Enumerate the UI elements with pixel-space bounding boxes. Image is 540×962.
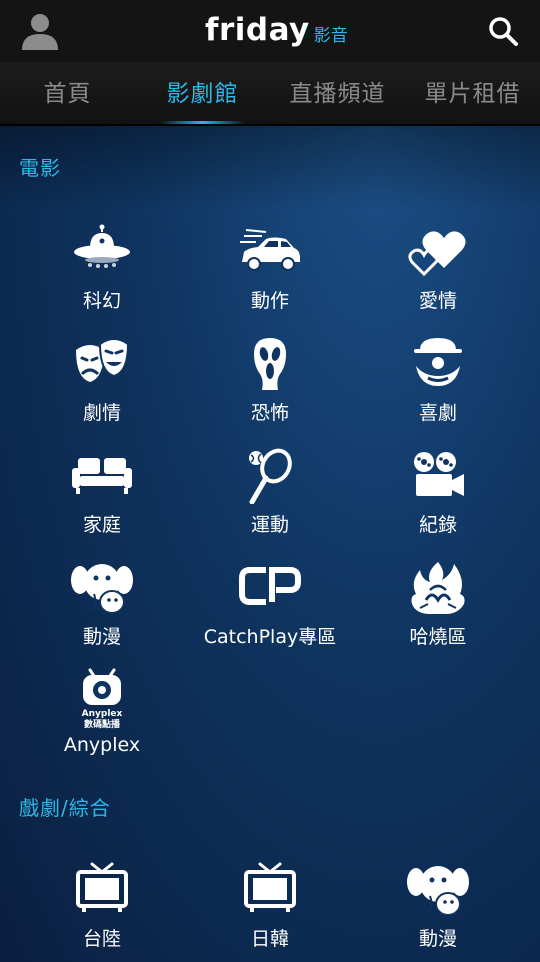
category-japan-korea[interactable]: 日韓 bbox=[180, 862, 360, 951]
category-drama[interactable]: 劇情 bbox=[12, 336, 192, 425]
user-avatar-icon[interactable] bbox=[20, 10, 60, 50]
app-logo: friday 影音 bbox=[205, 10, 348, 50]
top-bar: friday 影音 bbox=[0, 0, 540, 62]
category-anime-series[interactable]: 動漫 bbox=[348, 862, 528, 951]
elephant-icon bbox=[71, 564, 133, 614]
flame-icon bbox=[411, 562, 465, 614]
tab-home[interactable]: 首頁 bbox=[0, 62, 135, 124]
tab-drama-hall[interactable]: 影劇館 bbox=[135, 62, 270, 124]
svg-text:Anyplex: Anyplex bbox=[82, 709, 123, 719]
film-camera-icon bbox=[414, 452, 464, 496]
tv-icon bbox=[76, 862, 128, 912]
category-label: 動作 bbox=[250, 290, 289, 312]
ufo-icon bbox=[74, 224, 130, 268]
category-label: 哈燒區 bbox=[409, 626, 467, 648]
car-icon bbox=[240, 229, 300, 271]
category-scifi[interactable]: 科幻 bbox=[12, 224, 192, 313]
category-label: 運動 bbox=[250, 514, 289, 536]
main-tabs: 首頁 影劇館 直播頻道 單片租借 bbox=[0, 62, 540, 124]
category-label: 喜劇 bbox=[418, 402, 457, 424]
category-label: 日韓 bbox=[250, 928, 289, 950]
search-icon[interactable] bbox=[486, 14, 520, 48]
category-label: 劇情 bbox=[82, 402, 121, 424]
category-comedy[interactable]: 喜劇 bbox=[348, 336, 528, 425]
section-title-movies: 電影 bbox=[19, 156, 61, 180]
category-content: 電影 科幻 動作 愛情 劇情 恐怖 喜劇 家庭 運動 紀錄 動漫 CatchPl… bbox=[0, 124, 540, 962]
logo-text: friday bbox=[205, 12, 310, 48]
tab-live-channels[interactable]: 直播頻道 bbox=[270, 62, 405, 124]
sofa-icon bbox=[72, 458, 132, 494]
category-horror[interactable]: 恐怖 bbox=[180, 336, 360, 425]
category-catchplay[interactable]: CatchPlay專區 bbox=[180, 560, 360, 649]
category-label: 科幻 bbox=[82, 290, 121, 312]
racket-icon bbox=[249, 448, 292, 504]
category-anyplex[interactable]: Anyplex 數碼點播 Anyplex bbox=[12, 668, 192, 756]
category-anime[interactable]: 動漫 bbox=[12, 560, 192, 649]
svg-text:數碼點播: 數碼點播 bbox=[84, 718, 121, 730]
category-family[interactable]: 家庭 bbox=[12, 448, 192, 537]
drama-masks-icon bbox=[76, 338, 130, 382]
catchplay-logo-icon bbox=[239, 567, 301, 605]
category-label: 動漫 bbox=[418, 928, 457, 950]
scream-mask-icon bbox=[254, 338, 286, 390]
category-label: Anyplex bbox=[63, 734, 141, 756]
tab-single-rental[interactable]: 單片租借 bbox=[405, 62, 540, 124]
category-romance[interactable]: 愛情 bbox=[348, 224, 528, 313]
category-label: 台陸 bbox=[82, 928, 121, 950]
category-label: 動漫 bbox=[82, 626, 121, 648]
tv-icon bbox=[244, 862, 296, 912]
category-label: 紀錄 bbox=[418, 514, 457, 536]
category-taiwan-china[interactable]: 台陸 bbox=[12, 862, 192, 951]
hearts-icon bbox=[408, 231, 466, 277]
elephant-icon bbox=[407, 866, 469, 916]
category-documentary[interactable]: 紀錄 bbox=[348, 448, 528, 537]
category-sports[interactable]: 運動 bbox=[180, 448, 360, 537]
category-action[interactable]: 動作 bbox=[180, 224, 360, 313]
category-label: CatchPlay專區 bbox=[203, 626, 337, 648]
category-hot[interactable]: 哈燒區 bbox=[348, 560, 528, 649]
clown-icon bbox=[414, 338, 462, 386]
category-label: 愛情 bbox=[418, 290, 457, 312]
anyplex-logo-icon: Anyplex 數碼點播 bbox=[82, 668, 123, 730]
category-label: 家庭 bbox=[82, 514, 121, 536]
logo-subtitle: 影音 bbox=[313, 25, 348, 46]
category-label: 恐怖 bbox=[250, 402, 289, 424]
section-title-drama-variety: 戲劇/綜合 bbox=[19, 796, 111, 820]
